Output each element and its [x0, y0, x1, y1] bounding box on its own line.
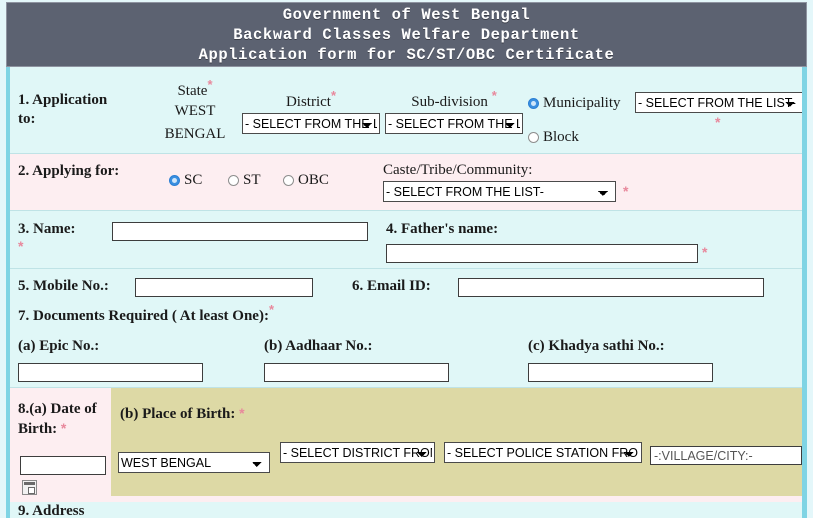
radio-sc-label: SC [184, 172, 203, 188]
label-epic-no: (a) Epic No.: [18, 338, 100, 354]
name-required-star: * [18, 238, 24, 254]
radio-municipality-label: Municipality [543, 95, 621, 111]
form-header-banner: Government of West Bengal Backward Class… [6, 2, 807, 67]
place-of-birth-police-station-select[interactable]: - SELECT POLICE STATION FROM THE LIST- [444, 442, 642, 463]
header-line-form-title: Application form for SC/ST/OBC Certifica… [198, 45, 615, 64]
municipality-required-star: * [715, 114, 721, 130]
label-subdivision-wrap: Sub-division * [385, 89, 523, 112]
header-line-department: Backward Classes Welfare Department [233, 25, 580, 44]
aadhaar-no-input[interactable] [264, 363, 449, 382]
radio-sc-dot[interactable] [169, 175, 180, 186]
subdivision-required-star: * [491, 88, 497, 103]
radio-obc-dot[interactable] [283, 175, 294, 186]
label-state-wrap: State* [150, 78, 240, 101]
subdivision-select[interactable]: - SELECT FROM THE LIST- [385, 113, 523, 134]
fathers-name-required-star: * [702, 244, 708, 260]
district-select[interactable]: - SELECT FROM THE LIST- [242, 113, 380, 134]
place-of-birth-district-select[interactable]: - SELECT DISTRICT FROM THE LIST- [280, 442, 435, 463]
label-fathers-name: 4. Father's name: [386, 221, 499, 237]
radio-st[interactable]: ST [228, 172, 261, 189]
district-required-star: * [330, 88, 337, 103]
name-input[interactable] [112, 222, 368, 241]
fathers-name-input[interactable] [386, 244, 698, 263]
label-address: 9. Address [18, 503, 85, 518]
label-name: 3. Name: [18, 221, 76, 237]
radio-block-dot[interactable] [528, 132, 539, 143]
radio-block-label: Block [543, 129, 579, 145]
label-district: District [285, 94, 331, 110]
application-form-page: Government of West Bengal Backward Class… [0, 0, 813, 518]
label-subdivision: Sub-division [411, 94, 488, 110]
dob-required-star: * [60, 420, 67, 436]
label-state: State [177, 83, 208, 99]
label-documents-required-wrap: 7. Documents Required ( At least One):* [18, 303, 274, 326]
radio-st-dot[interactable] [228, 175, 239, 186]
state-required-star: * [207, 77, 213, 92]
pob-required-star: * [239, 405, 245, 421]
calendar-icon[interactable] [22, 480, 37, 495]
radio-obc-label: OBC [298, 172, 329, 188]
email-id-input[interactable] [458, 278, 764, 297]
label-email-id: 6. Email ID: [352, 278, 431, 294]
label-application-to: 1. Application to: [18, 92, 108, 127]
label-documents-required: 7. Documents Required ( At least One): [18, 308, 269, 324]
place-of-birth-village-city-input[interactable] [650, 446, 802, 465]
caste-select[interactable]: - SELECT FROM THE LIST- [383, 181, 616, 202]
municipality-select[interactable]: - SELECT FROM THE LIST- [635, 92, 802, 113]
radio-obc[interactable]: OBC [283, 172, 329, 189]
radio-municipality[interactable]: Municipality [528, 95, 621, 112]
row-application-to: 1. Application to: State* WEST BENGAL Di… [10, 67, 802, 154]
header-line-government: Government of West Bengal [282, 5, 531, 24]
date-of-birth-input[interactable] [20, 456, 106, 475]
label-place-of-birth: (b) Place of Birth: [120, 406, 236, 422]
label-khadya-sathi-no: (c) Khadya sathi No.: [528, 338, 665, 354]
label-date-of-birth-wrap: 8.(a) Date of Birth: * [18, 400, 106, 439]
row-documents: (a) Epic No.: (b) Aadhaar No.: (c) Khady… [10, 332, 802, 388]
radio-municipality-dot[interactable] [528, 98, 539, 109]
row-applying-for: 2. Applying for: SC ST OBC Caste/Tribe/C… [10, 154, 802, 211]
row-contact: 5. Mobile No.: 6. Email ID: [10, 269, 802, 304]
radio-block[interactable]: Block [528, 129, 579, 146]
khadya-sathi-no-input[interactable] [528, 363, 713, 382]
row-birth: 8.(a) Date of Birth: * (b) Place of Birt… [10, 388, 802, 502]
caste-required-star: * [623, 183, 629, 199]
label-district-wrap: District* [242, 89, 380, 112]
label-date-of-birth: 8.(a) Date of Birth: [18, 401, 97, 437]
epic-no-input[interactable] [18, 363, 203, 382]
row-address: 9. Address [10, 502, 802, 518]
value-state: WEST BENGAL [164, 103, 226, 142]
label-mobile-no: 5. Mobile No.: [18, 278, 109, 294]
documents-required-star: * [268, 302, 275, 317]
label-aadhaar-no: (b) Aadhaar No.: [264, 338, 373, 354]
place-of-birth-state-select[interactable]: WEST BENGAL [118, 452, 270, 473]
form-body: 1. Application to: State* WEST BENGAL Di… [6, 67, 807, 518]
row-name: 3. Name: * 4. Father's name: * [10, 211, 802, 269]
label-place-of-birth-wrap: (b) Place of Birth: * [120, 404, 245, 424]
radio-st-label: ST [243, 172, 261, 188]
label-applying-for: 2. Applying for: [18, 163, 120, 179]
row-documents-heading: 7. Documents Required ( At least One):* [10, 303, 802, 332]
label-caste: Caste/Tribe/Community: [383, 162, 533, 178]
radio-sc[interactable]: SC [169, 172, 202, 189]
mobile-no-input[interactable] [135, 278, 313, 297]
